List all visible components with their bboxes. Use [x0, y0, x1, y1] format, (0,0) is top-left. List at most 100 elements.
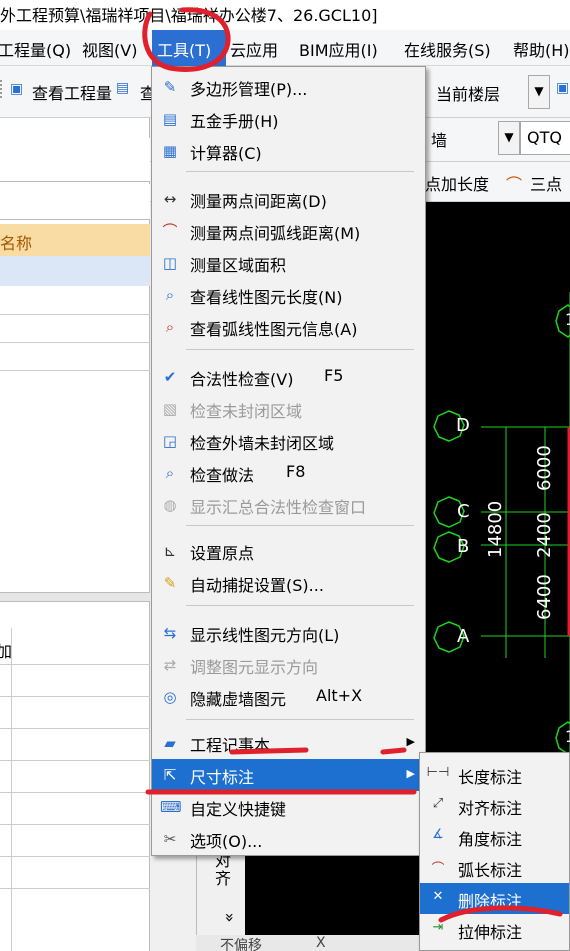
floor-combo[interactable]: 当前楼层: [430, 75, 528, 109]
view-quantity-icon: ▣: [10, 81, 24, 97]
view-quantity-button[interactable]: 查看工程量: [32, 80, 112, 104]
qtq-combo[interactable]: QTQ: [520, 121, 570, 155]
left-pane-splitter[interactable]: [0, 592, 150, 602]
menu-item-label: 选项(O)...: [190, 832, 263, 851]
menu-item-adjust-direction[interactable]: ⇄ 调整图元显示方向: [152, 649, 425, 681]
menu-item-notebook[interactable]: ▰ 工程记事本 ▶: [152, 727, 425, 759]
menu-view[interactable]: 视图(V): [82, 37, 137, 61]
menu-item-validity-check[interactable]: ✔ 合法性检查(V) F5: [152, 361, 425, 393]
arc-dim-icon: ⌒: [431, 862, 445, 877]
toolbar-grip: [0, 80, 6, 98]
menu-item-hardware-manual[interactable]: ▤ 五金手册(H): [152, 103, 425, 135]
menu-item-unclosed-area[interactable]: ▧ 检查未封闭区域: [152, 393, 425, 425]
menu-online[interactable]: 在线服务(S): [404, 37, 491, 61]
menu-item-label: 检查做法: [190, 466, 255, 485]
submenu-item-stretch[interactable]: ⇥ 拉伸标注: [420, 914, 569, 945]
menu-item-polygon[interactable]: ✎ 多边形管理(P)...: [152, 71, 425, 103]
menu-item-shortcut: F8: [286, 462, 306, 481]
length-dim-icon: ⊢⊣: [426, 765, 450, 780]
expand-chevron-icon[interactable]: »: [220, 913, 239, 923]
validity-check-icon: ✔: [163, 368, 177, 386]
menu-tools[interactable]: 工具(T): [152, 30, 226, 66]
menu-item-label: 设置原点: [190, 544, 255, 563]
floor-combo-value: 当前楼层: [436, 85, 501, 104]
axis-label-c: C: [457, 501, 470, 522]
menu-bim[interactable]: BIM应用(I): [299, 37, 378, 61]
menu-item-outer-wall[interactable]: ◲ 检查外墙未封闭区域: [152, 425, 425, 457]
arc-info-icon: ⌕: [165, 318, 175, 336]
options-icon: ✂: [163, 830, 177, 848]
submenu-item-label: 拉伸标注: [458, 923, 523, 942]
submenu-item-arc[interactable]: ⌒ 弧长标注: [420, 852, 569, 883]
wall-combo[interactable]: 墙: [425, 121, 497, 155]
offset-label[interactable]: 不偏移: [220, 935, 262, 951]
wall-combo-chevron-icon[interactable]: ▼: [498, 121, 520, 155]
menu-item-label: 隐藏虚墙图元: [190, 690, 287, 709]
menu-item-calculator[interactable]: ▦ 计算器(C): [152, 135, 425, 167]
submenu-item-angle[interactable]: ∡ 角度标注: [420, 821, 569, 852]
menu-item-label: 测量两点间距离(D): [190, 192, 327, 211]
qtq-combo-value: QTQ: [527, 128, 562, 147]
menu-item-label: 测量区域面积: [190, 256, 287, 275]
outer-wall-icon: ◲: [162, 432, 178, 450]
left-pane-gutter: [0, 628, 12, 951]
menu-item-label: 调整图元显示方向: [190, 658, 319, 677]
floor-tool-icon[interactable]: ▣: [556, 80, 569, 96]
menu-item-set-origin[interactable]: ⊾ 设置原点: [152, 535, 425, 567]
menu-item-check-method[interactable]: ⌕ 检查做法 F8: [152, 457, 425, 489]
submenu-item-aligned[interactable]: ⤢ 对齐标注: [420, 790, 569, 821]
wall-combo-value: 墙: [431, 131, 448, 150]
submenu-item-length[interactable]: ⊢⊣ 长度标注: [420, 759, 569, 790]
menu-item-measure-arc[interactable]: ⌒ 测量两点间弧线距离(M): [152, 215, 425, 247]
menu-item-summary-window[interactable]: ◍ 显示汇总合法性检查窗口: [152, 489, 425, 521]
dimension-submenu: ⊢⊣ 长度标注 ⤢ 对齐标注 ∡ 角度标注 ⌒ 弧长标注 ✕ 删除标注 ⇥ 拉伸…: [419, 752, 570, 951]
name-column-header[interactable]: 名称: [0, 224, 150, 256]
submenu-item-delete[interactable]: ✕ 删除标注: [420, 883, 569, 914]
menu-item-measure-distance[interactable]: ↔ 测量两点间距离(D): [152, 183, 425, 215]
dim-part-2: 2400: [534, 512, 555, 558]
menu-item-shortcut: Alt+X: [316, 686, 363, 705]
floor-combo-chevron-icon[interactable]: ▼: [528, 75, 550, 109]
hardware-manual-icon: ▤: [162, 110, 178, 128]
three-point-button[interactable]: 三点: [530, 171, 562, 195]
menu-item-snap-settings[interactable]: ✎ 自动捕捉设置(S)...: [152, 567, 425, 599]
menu-item-shortcut: F5: [324, 366, 344, 385]
linear-length-icon: ⌕: [165, 286, 175, 304]
axis-label-top: 1: [565, 310, 570, 329]
submenu-item-label: 对齐标注: [458, 799, 523, 818]
left-bottom-label: 加: [0, 642, 13, 661]
submenu-item-label: 弧长标注: [458, 861, 523, 880]
menu-item-label: 自定义快捷键: [190, 800, 287, 819]
menu-cloud[interactable]: 云应用: [230, 37, 278, 61]
menu-item-label: 合法性检查(V): [190, 370, 294, 389]
menu-item-label: 查看弧线性图元信息(A): [190, 320, 358, 339]
menu-quantity[interactable]: 工程量(Q): [0, 37, 71, 61]
menu-item-dimension[interactable]: ⇱ 尺寸标注 ▶: [152, 759, 425, 791]
selected-row[interactable]: [0, 256, 150, 286]
menu-item-label: 自动捕捉设置(S)...: [190, 576, 324, 595]
menu-help[interactable]: 帮助(H): [513, 37, 570, 61]
dim-total: 14800: [485, 500, 506, 558]
menu-item-arc-info[interactable]: ⌕ 查看弧线性图元信息(A): [152, 311, 425, 343]
axis-label-bottom: 1: [565, 727, 570, 746]
menu-item-options[interactable]: ✂ 选项(O)...: [152, 823, 425, 855]
snap-settings-icon: ✎: [163, 574, 177, 592]
axis-label-b: B: [457, 536, 470, 557]
menu-item-label: 工程记事本: [190, 736, 271, 755]
shortcut-key-icon: ⌨: [160, 798, 182, 816]
delete-dim-icon: ✕: [432, 889, 444, 904]
menu-item-line-direction[interactable]: ⇆ 显示线性图元方向(L): [152, 617, 425, 649]
view-quantity-2-icon: ▤: [116, 80, 130, 96]
menu-item-hide-wall[interactable]: ◎ 隐藏虚墙图元 Alt+X: [152, 681, 425, 713]
menu-item-shortcut-keys[interactable]: ⌨ 自定义快捷键: [152, 791, 425, 823]
menu-item-linear-length[interactable]: ⌕ 查看线性图元长度(N): [152, 279, 425, 311]
menu-item-measure-area[interactable]: ◫ 测量区域面积: [152, 247, 425, 279]
set-origin-icon: ⊾: [163, 542, 177, 560]
submenu-arrow-icon: ▶: [406, 735, 415, 748]
point-length-button[interactable]: 点加长度: [425, 171, 489, 195]
menu-item-label: 显示线性图元方向(L): [190, 626, 340, 645]
left-pane-search[interactable]: [0, 138, 150, 182]
check-method-icon: ⌕: [165, 464, 175, 482]
left-pane-filter[interactable]: [0, 184, 150, 220]
calculator-icon: ▦: [162, 142, 178, 160]
